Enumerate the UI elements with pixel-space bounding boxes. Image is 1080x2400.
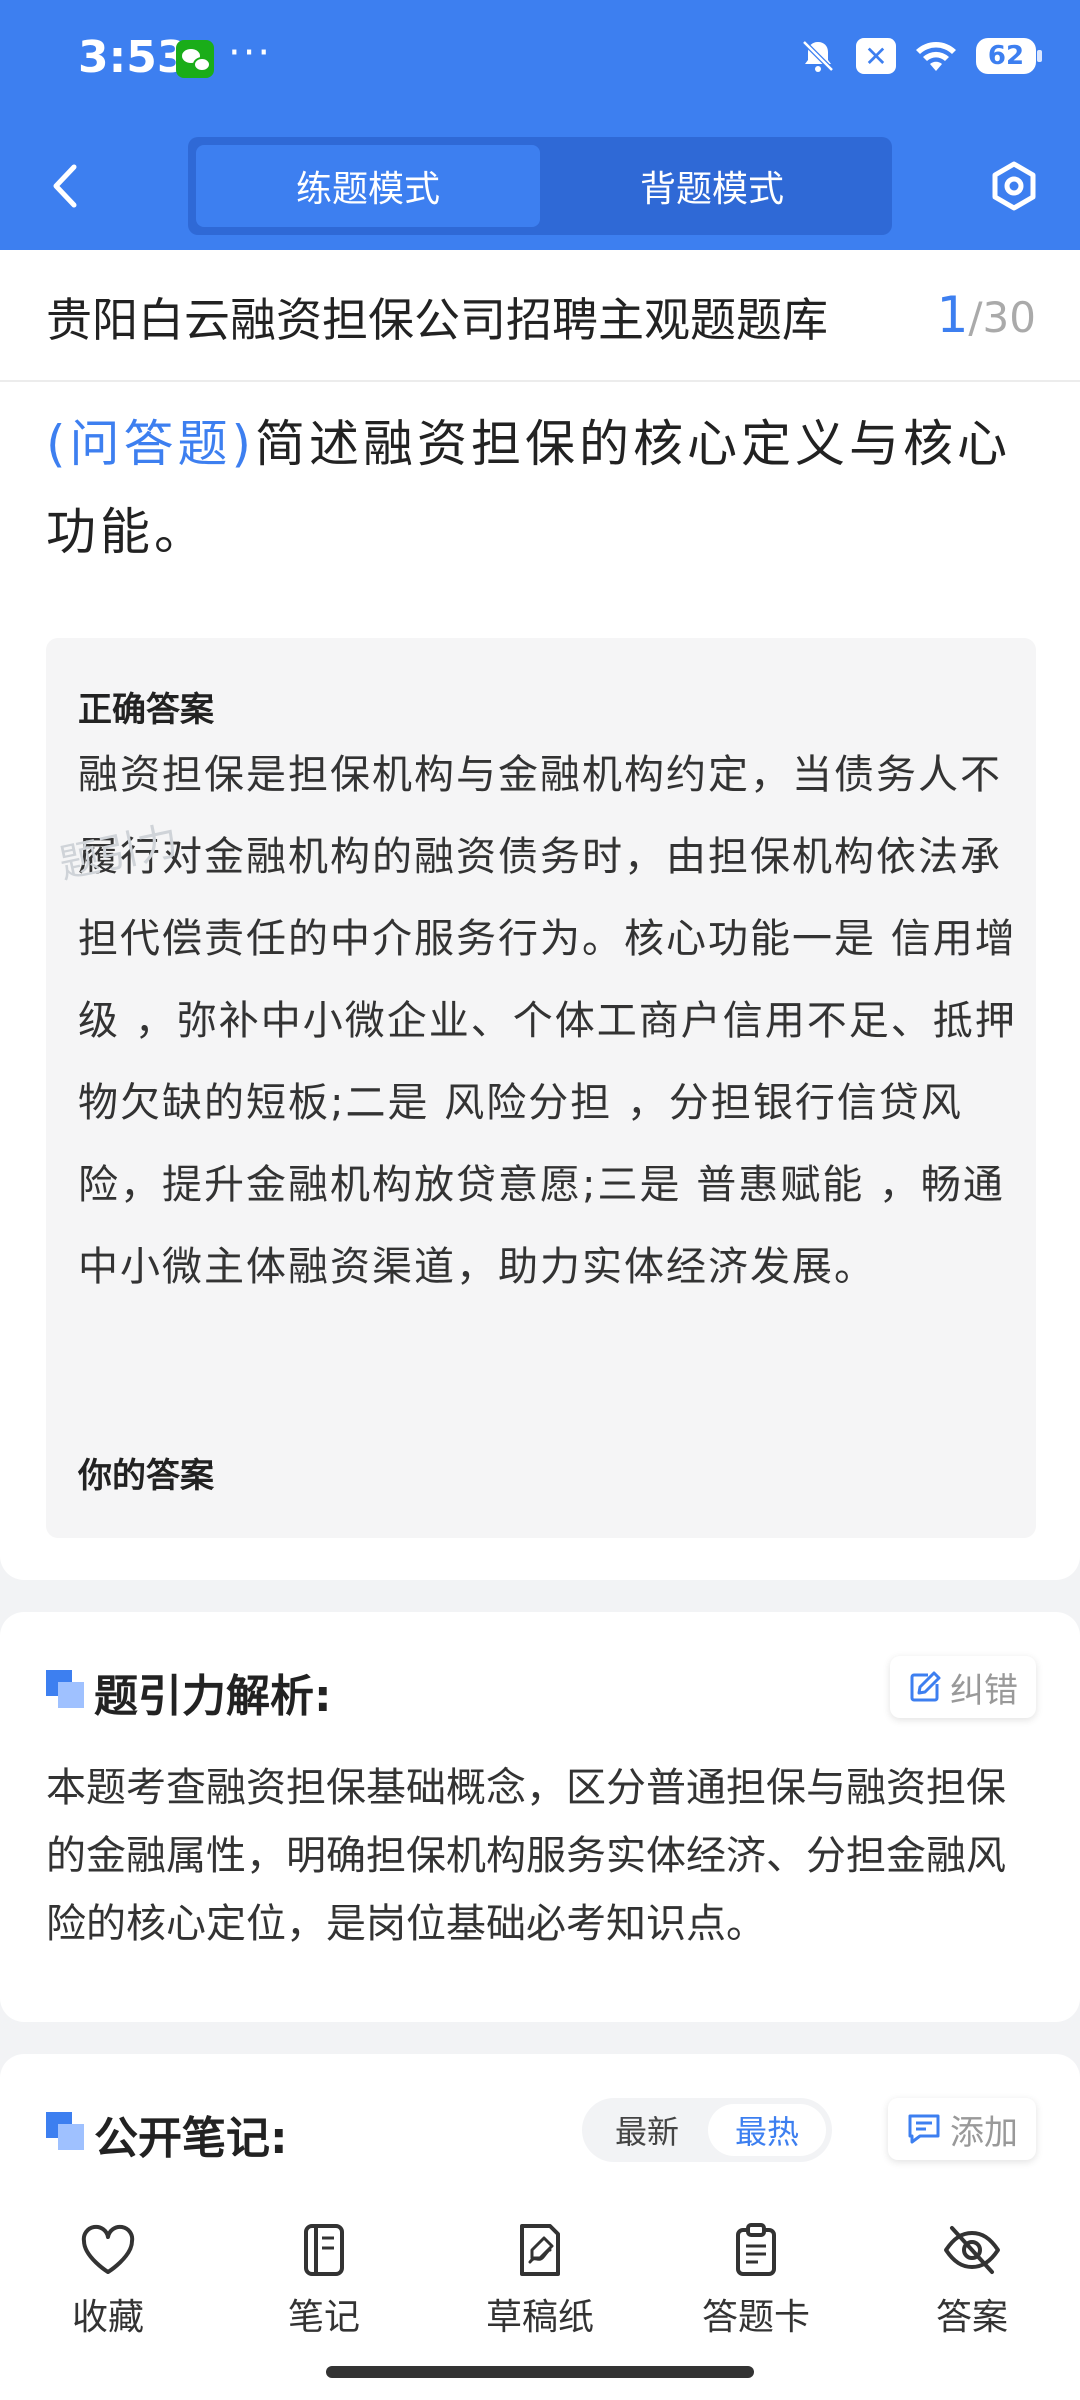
section-icon (46, 2112, 84, 2150)
counter-separator: / (968, 293, 983, 342)
answer-box: 正确答案 融资担保是担保机构与金融机构约定，当债务人不履行对金融机构的融资债务时… (46, 638, 1036, 1538)
scratch-paper-button[interactable]: 草稿纸 (460, 2222, 620, 2362)
close-badge-icon: ✕ (856, 38, 896, 74)
eye-off-icon (944, 2226, 1000, 2274)
sort-hottest-option[interactable]: 最热 (708, 2104, 826, 2156)
question-text: (问答题)简述融资担保的核心定义与核心功能。 (46, 400, 1036, 576)
question-type: (问答题) (46, 415, 256, 473)
status-bar: 3:53 ··· ✕ 62 (0, 0, 1080, 110)
notes-sort-toggle: 最新 最热 (582, 2098, 832, 2162)
current-question-number: 1 (936, 286, 969, 344)
correct-answer-heading: 正确答案 (78, 690, 214, 730)
show-answer-button[interactable]: 答案 (892, 2222, 1052, 2362)
nav-bar: 练题模式 背题模式 (0, 130, 1080, 240)
mode-toggle: 练题模式 背题模式 (188, 137, 892, 235)
analysis-title: 题引力解析: (94, 1671, 332, 1722)
status-time: 3:53 (78, 32, 188, 83)
tab-practice-mode[interactable]: 练题模式 (196, 145, 540, 227)
analysis-text: 本题考查融资担保基础概念，区分普通担保与融资担保的金融属性，明确担保机构服务实体… (46, 1765, 1006, 1947)
question-card: 贵阳白云融资担保公司招聘主观题题库 1/30 (问答题)简述融资担保的核心定义与… (0, 250, 1080, 1580)
back-button[interactable] (40, 156, 90, 216)
home-indicator[interactable] (326, 2366, 754, 2378)
analysis-card: 题引力解析: 纠错 本题考查融资担保基础概念，区分普通担保与融资担保的金融属性，… (0, 1612, 1080, 2022)
settings-button[interactable] (984, 156, 1044, 216)
section-icon (46, 1670, 84, 1708)
scratch-paper-label: 草稿纸 (485, 2297, 594, 2338)
battery-icon: 62 (976, 38, 1042, 74)
note-button[interactable]: 笔记 (244, 2222, 404, 2362)
add-note-button[interactable]: 添加 (888, 2098, 1036, 2160)
bank-title-row: 贵阳白云融资担保公司招聘主观题题库 1/30 (0, 250, 1080, 382)
clipboard-icon (736, 2223, 776, 2276)
answer-card-button[interactable]: 答题卡 (676, 2222, 836, 2362)
notebook-icon (304, 2224, 344, 2276)
gear-icon (992, 161, 1036, 211)
more-notifications-icon: ··· (228, 30, 273, 76)
question-bank-title: 贵阳白云融资担保公司招聘主观题题库 (46, 293, 828, 347)
mute-bell-icon (802, 40, 834, 72)
scratch-pad-icon (520, 2224, 560, 2276)
tab-recite-mode[interactable]: 背题模式 (540, 145, 884, 227)
answer-card-label: 答题卡 (701, 2297, 810, 2338)
sort-newest-option[interactable]: 最新 (588, 2104, 706, 2156)
favorite-button[interactable]: 收藏 (28, 2222, 188, 2362)
wechat-icon (176, 40, 214, 78)
notes-title: 公开笔记: (94, 2113, 288, 2164)
comment-icon (908, 2114, 940, 2144)
report-error-button[interactable]: 纠错 (890, 1656, 1036, 1718)
edit-icon (910, 1671, 941, 1702)
wifi-icon (916, 42, 956, 71)
heart-icon (81, 2224, 135, 2274)
favorite-label: 收藏 (71, 2297, 144, 2338)
status-icons: ✕ 62 (798, 34, 1042, 78)
chevron-left-icon (53, 164, 77, 208)
correct-answer-text: 融资担保是担保机构与金融机构约定，当债务人不履行对金融机构的融资债务时，由担保机… (78, 752, 1017, 1290)
note-label: 笔记 (287, 2297, 360, 2338)
add-note-label: 添加 (950, 2112, 1018, 2153)
show-answer-label: 答案 (935, 2297, 1008, 2338)
question-counter[interactable]: 1/30 (937, 286, 1036, 344)
app-header: 3:53 ··· ✕ 62 练题模式 背题模式 (0, 0, 1080, 250)
your-answer-heading: 你的答案 (78, 1456, 214, 1496)
total-question-count: 30 (982, 293, 1036, 342)
report-error-label: 纠错 (950, 1670, 1018, 1711)
